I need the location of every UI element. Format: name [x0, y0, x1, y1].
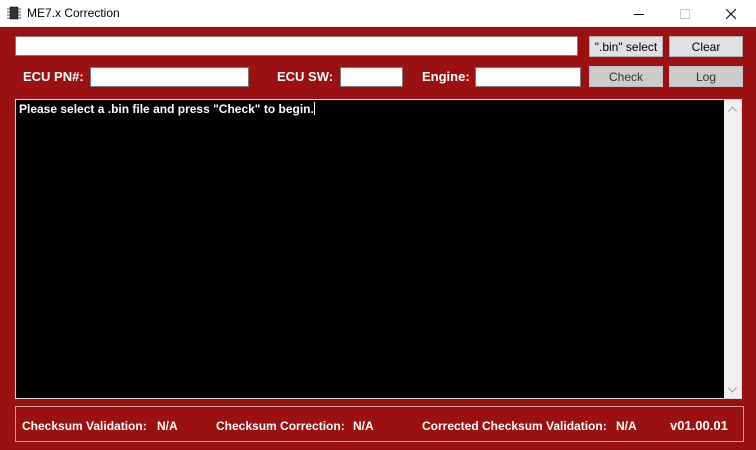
check-button[interactable]: Check	[589, 66, 663, 87]
corrected-checksum-validation-value: N/A	[616, 419, 637, 433]
log-button[interactable]: Log	[669, 66, 743, 87]
console-message: Please select a .bin file and press "Che…	[19, 102, 315, 116]
bin-path-input[interactable]	[15, 36, 578, 56]
title-bar: ME7.x Correction	[0, 0, 756, 27]
ecu-pn-label: ECU PN#:	[23, 69, 84, 84]
ecu-sw-field[interactable]	[340, 67, 403, 87]
engine-field[interactable]	[475, 67, 581, 87]
close-button[interactable]	[708, 0, 754, 27]
console-scrollbar[interactable]	[724, 100, 741, 398]
minimize-icon	[634, 13, 644, 15]
chip-icon	[6, 5, 22, 21]
chevron-up-icon	[728, 105, 737, 112]
checksum-validation-label: Checksum Validation:	[22, 419, 147, 433]
minimize-button[interactable]	[616, 0, 662, 27]
maximize-button[interactable]	[662, 0, 708, 27]
maximize-icon	[680, 8, 690, 19]
checksum-validation-value: N/A	[157, 419, 178, 433]
window-title: ME7.x Correction	[27, 6, 120, 20]
close-icon	[726, 8, 736, 19]
checksum-correction-label: Checksum Correction:	[216, 419, 345, 433]
ecu-pn-field[interactable]	[90, 67, 249, 87]
chevron-down-icon	[728, 386, 737, 393]
engine-label: Engine:	[422, 69, 470, 84]
scroll-down-button[interactable]	[724, 381, 741, 398]
corrected-checksum-validation-label: Corrected Checksum Validation:	[422, 419, 607, 433]
main-panel: ".bin" select Clear ECU PN#: ECU SW: Eng…	[0, 27, 756, 450]
status-bar: Checksum Validation: N/A Checksum Correc…	[15, 406, 744, 442]
scroll-up-button[interactable]	[724, 100, 741, 117]
text-caret	[313, 102, 315, 115]
version-label: v01.00.01	[670, 418, 728, 433]
output-console[interactable]: Please select a .bin file and press "Che…	[15, 99, 742, 399]
bin-select-button[interactable]: ".bin" select	[589, 36, 663, 57]
ecu-sw-label: ECU SW:	[277, 69, 334, 84]
checksum-correction-value: N/A	[353, 419, 374, 433]
clear-button[interactable]: Clear	[669, 36, 743, 57]
